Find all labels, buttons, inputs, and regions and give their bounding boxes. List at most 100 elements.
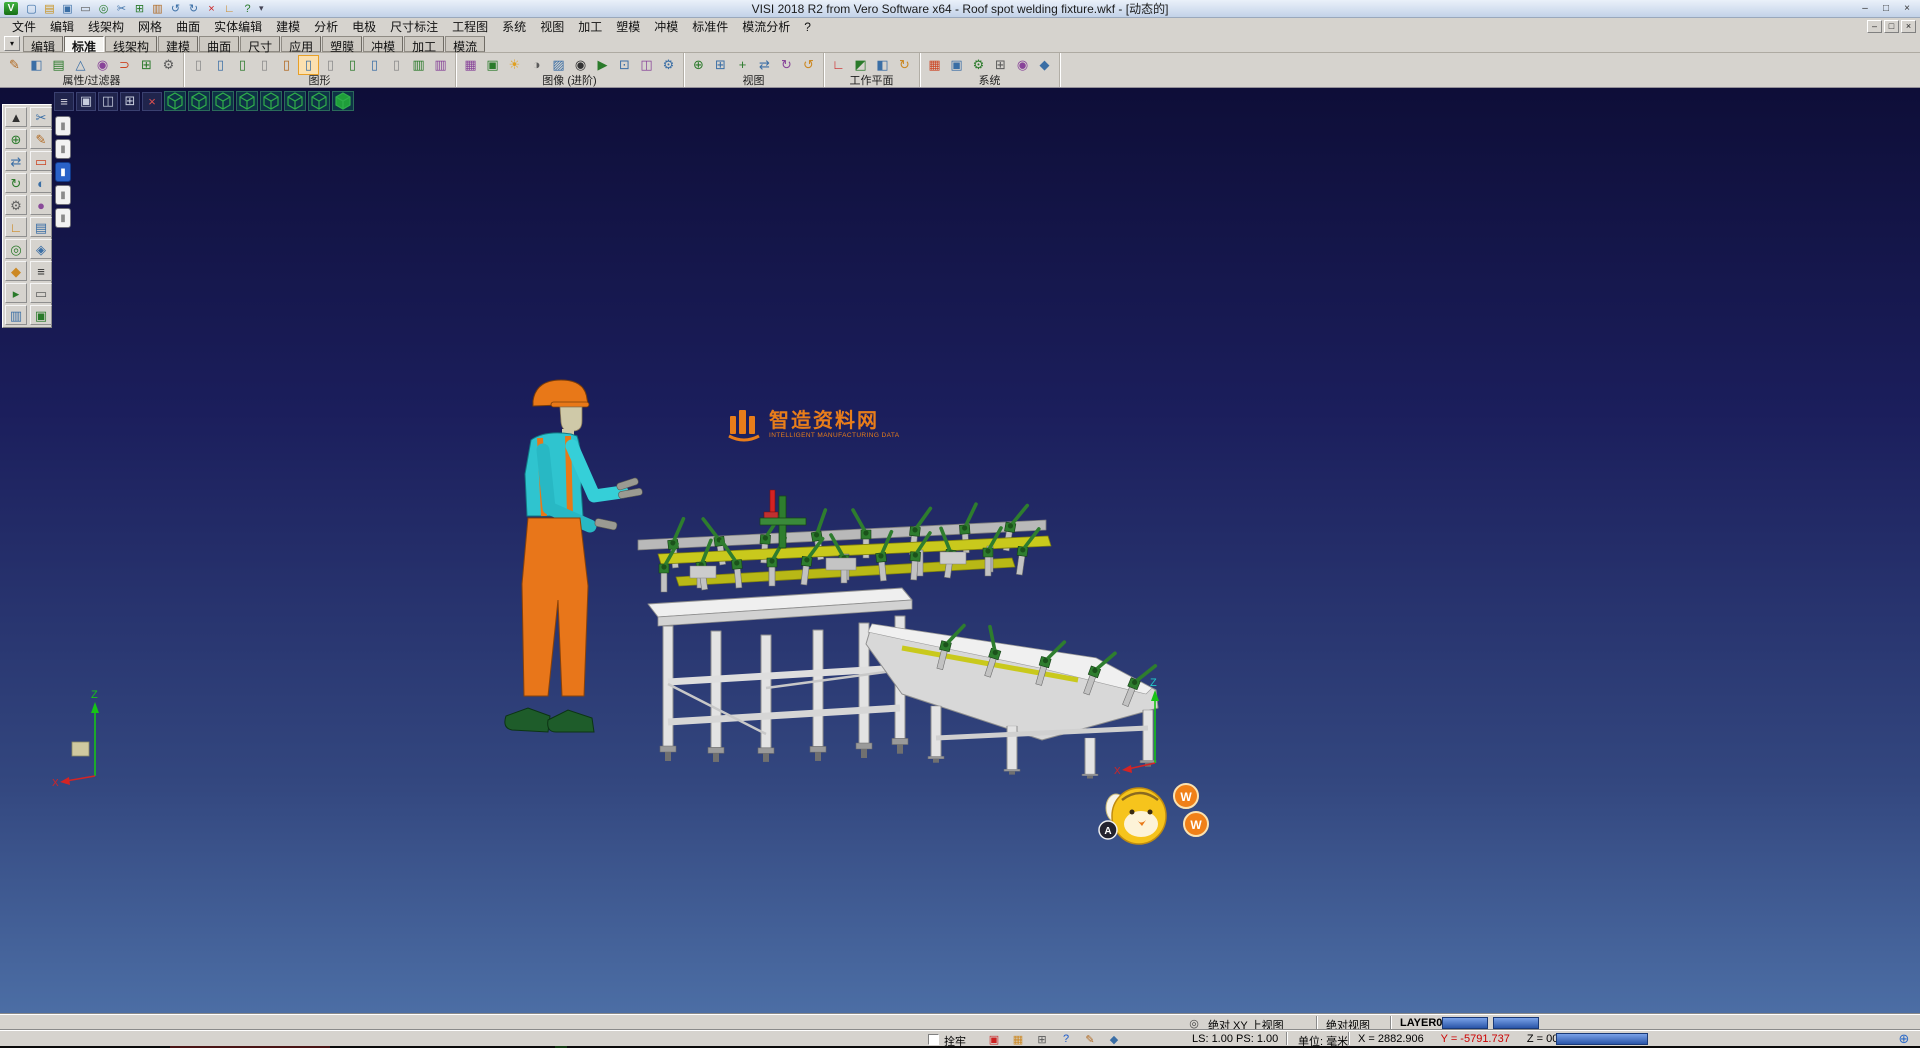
erase-icon[interactable]: ▭ [30,151,52,171]
annotate-icon[interactable]: ✎ [1082,1032,1098,1046]
select-mode-button-2[interactable]: ▮ [55,139,71,159]
color-palette-icon[interactable]: ▦ [924,55,945,75]
hide-elements-icon[interactable]: ▯ [298,55,319,75]
screenshot-icon[interactable]: ⊡ [614,55,635,75]
materials-icon[interactable]: ▣ [482,55,503,75]
menu-item[interactable]: 标准件 [685,17,735,36]
undo-icon[interactable]: ↺ [167,1,184,16]
body-list-icon[interactable]: ▯ [254,55,275,75]
view-axonometric-icon[interactable] [164,91,186,111]
tab[interactable]: 加工 [404,36,444,52]
redo-icon[interactable]: ↻ [185,1,202,16]
search-icon[interactable]: ◎ [1186,1016,1202,1030]
tab[interactable]: 模流 [445,36,485,52]
menu-item[interactable]: 曲面 [169,17,207,36]
render-mode-icon[interactable]: ▦ [460,55,481,75]
tab[interactable]: 标准 [64,36,104,52]
view-list-icon[interactable]: ▯ [210,55,231,75]
selection-filter-icon[interactable]: ◉ [92,55,113,75]
move-icon[interactable]: ⇄ [5,151,27,171]
tab[interactable]: 冲模 [363,36,403,52]
viewport-menu-icon[interactable]: ≡ [54,92,74,111]
flag-icon[interactable]: ▸ [5,283,27,303]
tab-overflow-button[interactable]: ▾ [4,36,20,51]
select-mode-button-5[interactable]: ▮ [55,208,71,228]
magnify-icon[interactable]: ◎ [5,239,27,259]
save-icon[interactable]: ▣ [59,1,76,16]
layer-filter-icon[interactable]: ▤ [48,55,69,75]
menu-item[interactable]: 冲模 [647,17,685,36]
list-icon[interactable]: ≡ [30,261,52,281]
tab[interactable]: 建模 [158,36,198,52]
animation-icon[interactable]: ▶ [592,55,613,75]
workplane-xy-icon[interactable]: ∟ [828,55,849,75]
blank-elements-icon[interactable]: ▯ [320,55,341,75]
menu-item[interactable]: 线架构 [81,17,131,36]
view-shaded-icon[interactable] [332,91,354,111]
lighting-icon[interactable]: ☀ [504,55,525,75]
workplane-rotate-icon[interactable]: ↻ [894,55,915,75]
calculator-icon[interactable]: ◆ [1034,55,1055,75]
view-front-icon[interactable] [212,91,234,111]
3d-viewport[interactable]: Z X Z X ≡ ▣ ◫ ⊞ × [0,88,1920,1014]
sphere-icon[interactable]: ● [30,195,52,215]
close-button[interactable]: × [1898,2,1916,16]
solid-mode-icon[interactable]: ◆ [1106,1032,1122,1046]
menu-item[interactable]: 网格 [131,17,169,36]
menu-item[interactable]: 视图 [533,17,571,36]
modify-attributes-icon[interactable]: ✎ [4,55,25,75]
globe-icon[interactable]: ⊕ [1896,1032,1912,1046]
rotate-view-icon[interactable]: ↻ [776,55,797,75]
grid-toggle-icon[interactable]: ⊞ [1034,1032,1050,1046]
element-info-icon[interactable]: ▯ [364,55,385,75]
menu-item[interactable]: 实体编辑 [207,17,269,36]
help-icon[interactable]: ? [239,1,256,16]
chevron-down-icon[interactable]: ▾ [259,3,264,14]
zoom-extents-icon[interactable]: ⊕ [688,55,709,75]
layers-icon[interactable]: ▤ [30,217,52,237]
tag-icon[interactable]: ◆ [5,261,27,281]
shadow-icon[interactable]: ◑ [526,55,547,75]
menu-item[interactable]: 建模 [269,17,307,36]
copy-icon[interactable]: ⊞ [131,1,148,16]
menu-item[interactable]: 塑模 [609,17,647,36]
redraw-icon[interactable]: ▯ [386,55,407,75]
view-left-icon[interactable] [236,91,258,111]
menu-item[interactable]: 文件 [5,17,43,36]
menu-item[interactable]: 电极 [345,17,383,36]
tab[interactable]: 塑膜 [322,36,362,52]
filter-settings-icon[interactable]: ⚙ [158,55,179,75]
preview-icon[interactable]: ◎ [95,1,112,16]
save-view-icon[interactable]: ▣ [30,305,52,325]
view-rear-icon[interactable] [284,91,306,111]
help-mode-icon[interactable]: ? [1058,1032,1074,1046]
select-arrow-icon[interactable]: ▲ [5,107,27,127]
printer-icon[interactable]: ▭ [30,283,52,303]
layer-manager-icon[interactable]: ▯ [188,55,209,75]
database-icon[interactable]: ▥ [5,305,27,325]
view-bottom-icon[interactable] [308,91,330,111]
mdi-minimize-button[interactable]: – [1867,20,1882,33]
clip-plane-icon[interactable]: ▥ [430,55,451,75]
lock-checkbox[interactable] [928,1034,939,1045]
display-settings-icon[interactable]: ▣ [946,55,967,75]
view-top-icon[interactable] [188,91,210,111]
advanced-settings-icon[interactable]: ⚙ [658,55,679,75]
cut-icon[interactable]: ✂ [113,1,130,16]
maximize-button[interactable]: □ [1877,2,1895,16]
tab[interactable]: 应用 [281,36,321,52]
crosshair-icon[interactable]: ⊕ [5,129,27,149]
zoom-window-icon[interactable]: ⊞ [710,55,731,75]
menu-item[interactable]: 工程图 [445,17,495,36]
new-file-icon[interactable]: ▢ [23,1,40,16]
group-elements-icon[interactable]: ⊞ [136,55,157,75]
regenerate-icon[interactable]: ▥ [408,55,429,75]
zoom-in-icon[interactable]: + [732,55,753,75]
previous-view-icon[interactable]: ↺ [798,55,819,75]
layer-label[interactable]: LAYER0 [1400,1017,1442,1029]
view-right-icon[interactable] [260,91,282,111]
menu-item[interactable]: 分析 [307,17,345,36]
mdi-close-button[interactable]: × [1901,20,1916,33]
rotate-icon[interactable]: ↻ [5,173,27,193]
open-file-icon[interactable]: ▤ [41,1,58,16]
